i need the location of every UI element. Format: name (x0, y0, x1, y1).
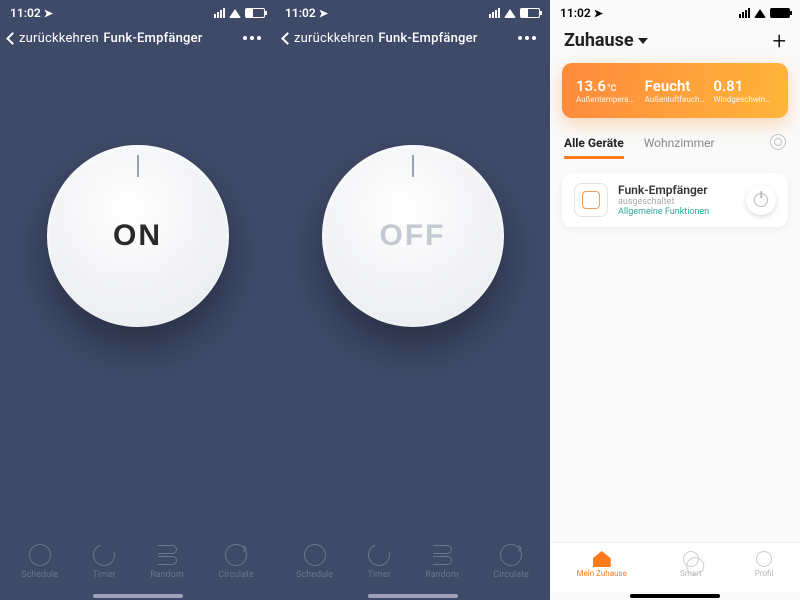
bottom-actions: Schedule Timer Random Circulate (0, 534, 275, 590)
device-panel-off: 11:02 ➤ zurückkehren Funk-Empfänger OFF (275, 0, 550, 600)
home-indicator (630, 594, 720, 598)
signal-icon (214, 8, 225, 18)
action-timer[interactable]: Timer (93, 544, 116, 580)
clock: 11:02 (560, 6, 591, 20)
page-title: Funk-Empfänger (378, 31, 477, 46)
tab-living-room[interactable]: Wohnzimmer (644, 136, 715, 159)
weather-humidity: Feucht Außenluftfeuchtig… (645, 77, 706, 104)
more-button[interactable] (237, 30, 267, 46)
wifi-icon (754, 9, 766, 18)
clock: 11:02 (10, 6, 41, 20)
wifi-icon (229, 9, 241, 18)
dial-label: ON (113, 219, 162, 253)
status-right (739, 8, 790, 18)
nav-bar: zurückkehren Funk-Empfänger (0, 22, 275, 56)
action-random[interactable]: Random (425, 544, 459, 580)
chevron-left-icon (281, 32, 294, 45)
home-panel: 11:02 ➤ Zuhause + 13.6°C Außentempera… F… (550, 0, 800, 600)
battery-icon (770, 8, 790, 18)
bottom-nav: Mein Zuhause Smart Profil (550, 542, 800, 592)
back-button[interactable]: zurückkehren (283, 31, 374, 46)
status-bar: 11:02 ➤ (275, 0, 550, 22)
action-circulate[interactable]: Circulate (493, 544, 529, 580)
shuffle-icon (431, 544, 453, 566)
battery-icon (520, 8, 540, 18)
room-tabs: Alle Geräte Wohnzimmer (550, 118, 800, 163)
device-icon (574, 183, 608, 217)
dial-label: OFF (380, 219, 446, 253)
clock-icon (29, 544, 51, 566)
device-power-button[interactable] (746, 185, 776, 215)
status-time: 11:02 ➤ (285, 6, 328, 20)
clock: 11:02 (285, 6, 316, 20)
device-name: Funk-Empfänger (618, 183, 736, 197)
dial-area: OFF (275, 56, 550, 416)
device-state: ausgeschaltet (618, 197, 736, 207)
home-header: Zuhause + (550, 22, 800, 55)
nav-smart[interactable]: Smart (680, 551, 702, 578)
action-random[interactable]: Random (150, 544, 184, 580)
shuffle-icon (156, 544, 178, 566)
app-frame: 11:02 ➤ zurückkehren Funk-Empfänger ON (0, 0, 800, 600)
device-meta: Funk-Empfänger ausgeschaltet Allgemeine … (618, 183, 736, 217)
signal-icon (739, 8, 750, 18)
home-indicator (368, 594, 458, 598)
weather-card[interactable]: 13.6°C Außentempera… Feucht Außenluftfeu… (562, 63, 788, 118)
power-dial-off[interactable]: OFF (322, 145, 504, 327)
back-button[interactable]: zurückkehren (8, 31, 99, 46)
weather-temp: 13.6°C Außentempera… (576, 77, 637, 104)
add-button[interactable]: + (772, 31, 786, 51)
location-icon: ➤ (319, 7, 328, 20)
action-circulate[interactable]: Circulate (218, 544, 254, 580)
action-schedule[interactable]: Schedule (21, 544, 58, 580)
status-right (214, 8, 265, 18)
action-schedule[interactable]: Schedule (296, 544, 333, 580)
dial-tick-icon (412, 155, 414, 177)
page-title: Funk-Empfänger (103, 31, 202, 46)
location-icon: ➤ (594, 7, 603, 20)
status-bar: 11:02 ➤ (550, 0, 800, 22)
signal-icon (489, 8, 500, 18)
chevron-down-icon (638, 38, 648, 44)
power-icon (754, 193, 768, 207)
status-time: 11:02 ➤ (560, 6, 603, 20)
location-icon: ➤ (44, 7, 53, 20)
wifi-icon (504, 9, 516, 18)
weather-wind: 0.81 Windgeschwindigk… (713, 77, 774, 104)
more-button[interactable] (512, 30, 542, 46)
nav-bar: zurückkehren Funk-Empfänger (275, 22, 550, 56)
status-bar: 11:02 ➤ (0, 0, 275, 22)
home-icon (593, 551, 611, 567)
circulate-icon (225, 544, 247, 566)
battery-icon (245, 8, 265, 18)
back-label: zurückkehren (19, 31, 99, 46)
status-right (489, 8, 540, 18)
profile-icon (756, 551, 772, 567)
smart-icon (679, 548, 702, 571)
timer-icon (365, 540, 394, 569)
nav-home[interactable]: Mein Zuhause (577, 551, 627, 578)
nav-profile[interactable]: Profil (755, 551, 774, 578)
status-time: 11:02 ➤ (10, 6, 53, 20)
bottom-actions: Schedule Timer Random Circulate (275, 534, 550, 590)
rooms-settings-button[interactable] (770, 134, 786, 150)
device-card[interactable]: Funk-Empfänger ausgeschaltet Allgemeine … (562, 173, 788, 227)
chevron-left-icon (6, 32, 19, 45)
clock-icon (304, 544, 326, 566)
back-label: zurückkehren (294, 31, 374, 46)
home-indicator (93, 594, 183, 598)
device-panel-on: 11:02 ➤ zurückkehren Funk-Empfänger ON (0, 0, 275, 600)
device-functions-link[interactable]: Allgemeine Funktionen (618, 207, 736, 217)
circulate-icon (500, 544, 522, 566)
action-timer[interactable]: Timer (368, 544, 391, 580)
dial-tick-icon (137, 155, 139, 177)
dial-area: ON (0, 56, 275, 416)
timer-icon (90, 540, 119, 569)
power-dial-on[interactable]: ON (47, 145, 229, 327)
tab-all-devices[interactable]: Alle Geräte (564, 136, 624, 159)
home-title: Zuhause (564, 30, 634, 51)
home-title-button[interactable]: Zuhause (564, 30, 648, 51)
